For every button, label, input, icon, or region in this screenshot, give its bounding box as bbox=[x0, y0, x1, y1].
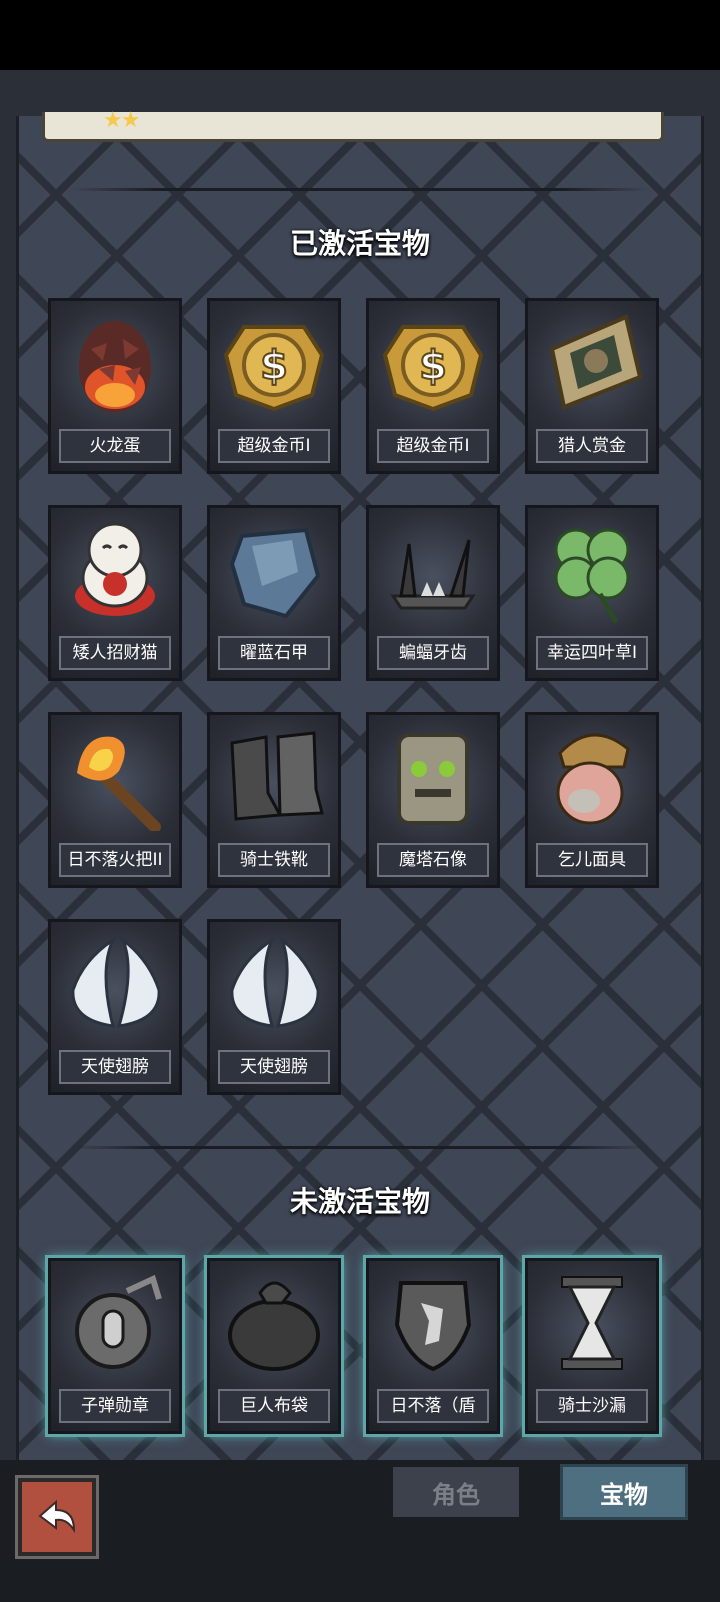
divider bbox=[70, 1146, 650, 1149]
dragon-egg-icon bbox=[79, 321, 151, 413]
angel-wings-icon bbox=[230, 935, 320, 1028]
back-arrow-icon bbox=[38, 1499, 76, 1534]
treasure-item[interactable]: 火龙蛋 bbox=[48, 298, 182, 474]
treasure-item[interactable]: 天使翅膀 bbox=[207, 919, 341, 1095]
treasure-item[interactable]: 子弹勋章 bbox=[48, 1258, 182, 1434]
stone-statue-icon bbox=[397, 733, 469, 825]
treasure-item[interactable]: 巨人布袋 bbox=[207, 1258, 341, 1434]
tab-role[interactable]: 角色 bbox=[390, 1464, 522, 1520]
treasure-item[interactable]: 猎人赏金 bbox=[525, 298, 659, 474]
shield-icon bbox=[394, 1281, 472, 1372]
treasure-label: 魔塔石像 bbox=[377, 843, 489, 877]
giant-sack-icon bbox=[228, 1281, 320, 1371]
treasure-item[interactable]: $ 超级金币I bbox=[366, 298, 500, 474]
hero-card-bottom: ★★ bbox=[42, 108, 664, 142]
bounty-poster-icon bbox=[549, 314, 643, 410]
treasure-label: 超级金币I bbox=[377, 429, 489, 463]
treasure-label: 曜蓝石甲 bbox=[218, 636, 330, 670]
treasure-item[interactable]: 日不落火把II bbox=[48, 712, 182, 888]
treasure-item[interactable]: 乞儿面具 bbox=[525, 712, 659, 888]
divider bbox=[70, 188, 650, 191]
treasure-label: 骑士沙漏 bbox=[536, 1389, 648, 1423]
treasure-label: 火龙蛋 bbox=[59, 429, 171, 463]
svg-text:$: $ bbox=[260, 343, 288, 389]
treasure-item[interactable]: 矮人招财猫 bbox=[48, 505, 182, 681]
treasure-label: 乞儿面具 bbox=[536, 843, 648, 877]
treasure-item[interactable]: 骑士沙漏 bbox=[525, 1258, 659, 1434]
treasure-label: 骑士铁靴 bbox=[218, 843, 330, 877]
tab-treasure[interactable]: 宝物 bbox=[560, 1464, 688, 1520]
status-bar-area bbox=[0, 0, 720, 70]
gold-coin-icon: $ bbox=[382, 325, 484, 412]
blue-armor-icon bbox=[229, 527, 321, 619]
lucky-cat-icon bbox=[75, 522, 155, 616]
treasure-label: 蝙蝠牙齿 bbox=[377, 636, 489, 670]
treasure-label: 日不落（盾 bbox=[377, 1389, 489, 1423]
treasure-label: 超级金币I bbox=[218, 429, 330, 463]
treasure-label: 猎人赏金 bbox=[536, 429, 648, 463]
treasure-item[interactable]: 蝙蝠牙齿 bbox=[366, 505, 500, 681]
treasure-label: 天使翅膀 bbox=[59, 1050, 171, 1084]
back-button[interactable] bbox=[18, 1478, 96, 1556]
active-section-title: 已激活宝物 bbox=[289, 227, 430, 260]
svg-text:$: $ bbox=[419, 343, 447, 389]
treasure-label: 矮人招财猫 bbox=[59, 636, 171, 670]
treasure-label: 天使翅膀 bbox=[218, 1050, 330, 1084]
treasure-label: 巨人布袋 bbox=[218, 1389, 330, 1423]
bottom-nav: 角色 宝物 bbox=[0, 1460, 720, 1602]
treasure-item[interactable]: $ 超级金币I bbox=[207, 298, 341, 474]
hourglass-icon bbox=[561, 1276, 623, 1370]
angel-wings-icon bbox=[71, 935, 161, 1028]
treasure-label: 幸运四叶草I bbox=[536, 636, 648, 670]
treasure-item[interactable]: 天使翅膀 bbox=[48, 919, 182, 1095]
star-rating-icon: ★★ bbox=[103, 108, 140, 133]
treasure-label: 日不落火把II bbox=[59, 843, 171, 877]
iron-boots-icon bbox=[230, 731, 324, 821]
treasure-item[interactable]: 魔塔石像 bbox=[366, 712, 500, 888]
bat-fang-icon bbox=[390, 539, 476, 610]
treasure-label: 子弹勋章 bbox=[59, 1389, 171, 1423]
four-leaf-clover-icon bbox=[554, 528, 630, 624]
beggar-mask-icon bbox=[556, 733, 630, 825]
gold-coin-icon: $ bbox=[223, 325, 325, 412]
bullet-medal-icon bbox=[75, 1274, 162, 1369]
treasure-item[interactable]: 骑士铁靴 bbox=[207, 712, 341, 888]
treasure-item[interactable]: 曜蓝石甲 bbox=[207, 505, 341, 681]
inactive-section-title: 未激活宝物 bbox=[289, 1185, 430, 1218]
treasure-item[interactable]: 幸运四叶草I bbox=[525, 505, 659, 681]
treasure-item[interactable]: 日不落（盾 bbox=[366, 1258, 500, 1434]
torch-icon bbox=[77, 736, 161, 831]
